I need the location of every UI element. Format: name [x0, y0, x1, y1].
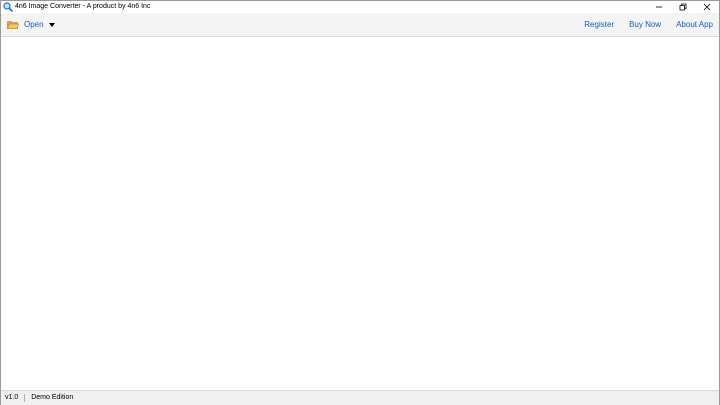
toolbar: Open Register Buy Now About App	[1, 13, 719, 37]
about-app-link[interactable]: About App	[676, 13, 713, 36]
restore-button[interactable]	[671, 1, 695, 13]
app-window: 4n6 Image Converter - A product by 4n6 I…	[0, 0, 720, 405]
window-title: 4n6 Image Converter - A product by 4n6 I…	[15, 3, 151, 10]
buy-now-link[interactable]: Buy Now	[629, 13, 661, 36]
magnifier-icon	[3, 2, 13, 12]
header-links: Register Buy Now About App	[569, 13, 713, 36]
close-button[interactable]	[695, 1, 719, 13]
edition-label: Demo Edition	[31, 394, 74, 401]
minimize-button[interactable]	[647, 1, 671, 13]
main-content-area	[1, 37, 719, 390]
caret-down-icon	[48, 22, 55, 27]
window-controls	[647, 1, 719, 13]
status-bar: v1.0 Demo Edition	[1, 390, 719, 405]
register-link[interactable]: Register	[584, 13, 614, 36]
title-bar[interactable]: 4n6 Image Converter - A product by 4n6 I…	[1, 1, 719, 13]
open-menu-button[interactable]: Open	[7, 16, 55, 34]
version-label: v1.0	[5, 394, 19, 401]
open-label: Open	[24, 19, 44, 29]
folder-open-icon	[7, 20, 19, 30]
status-separator	[24, 394, 26, 402]
